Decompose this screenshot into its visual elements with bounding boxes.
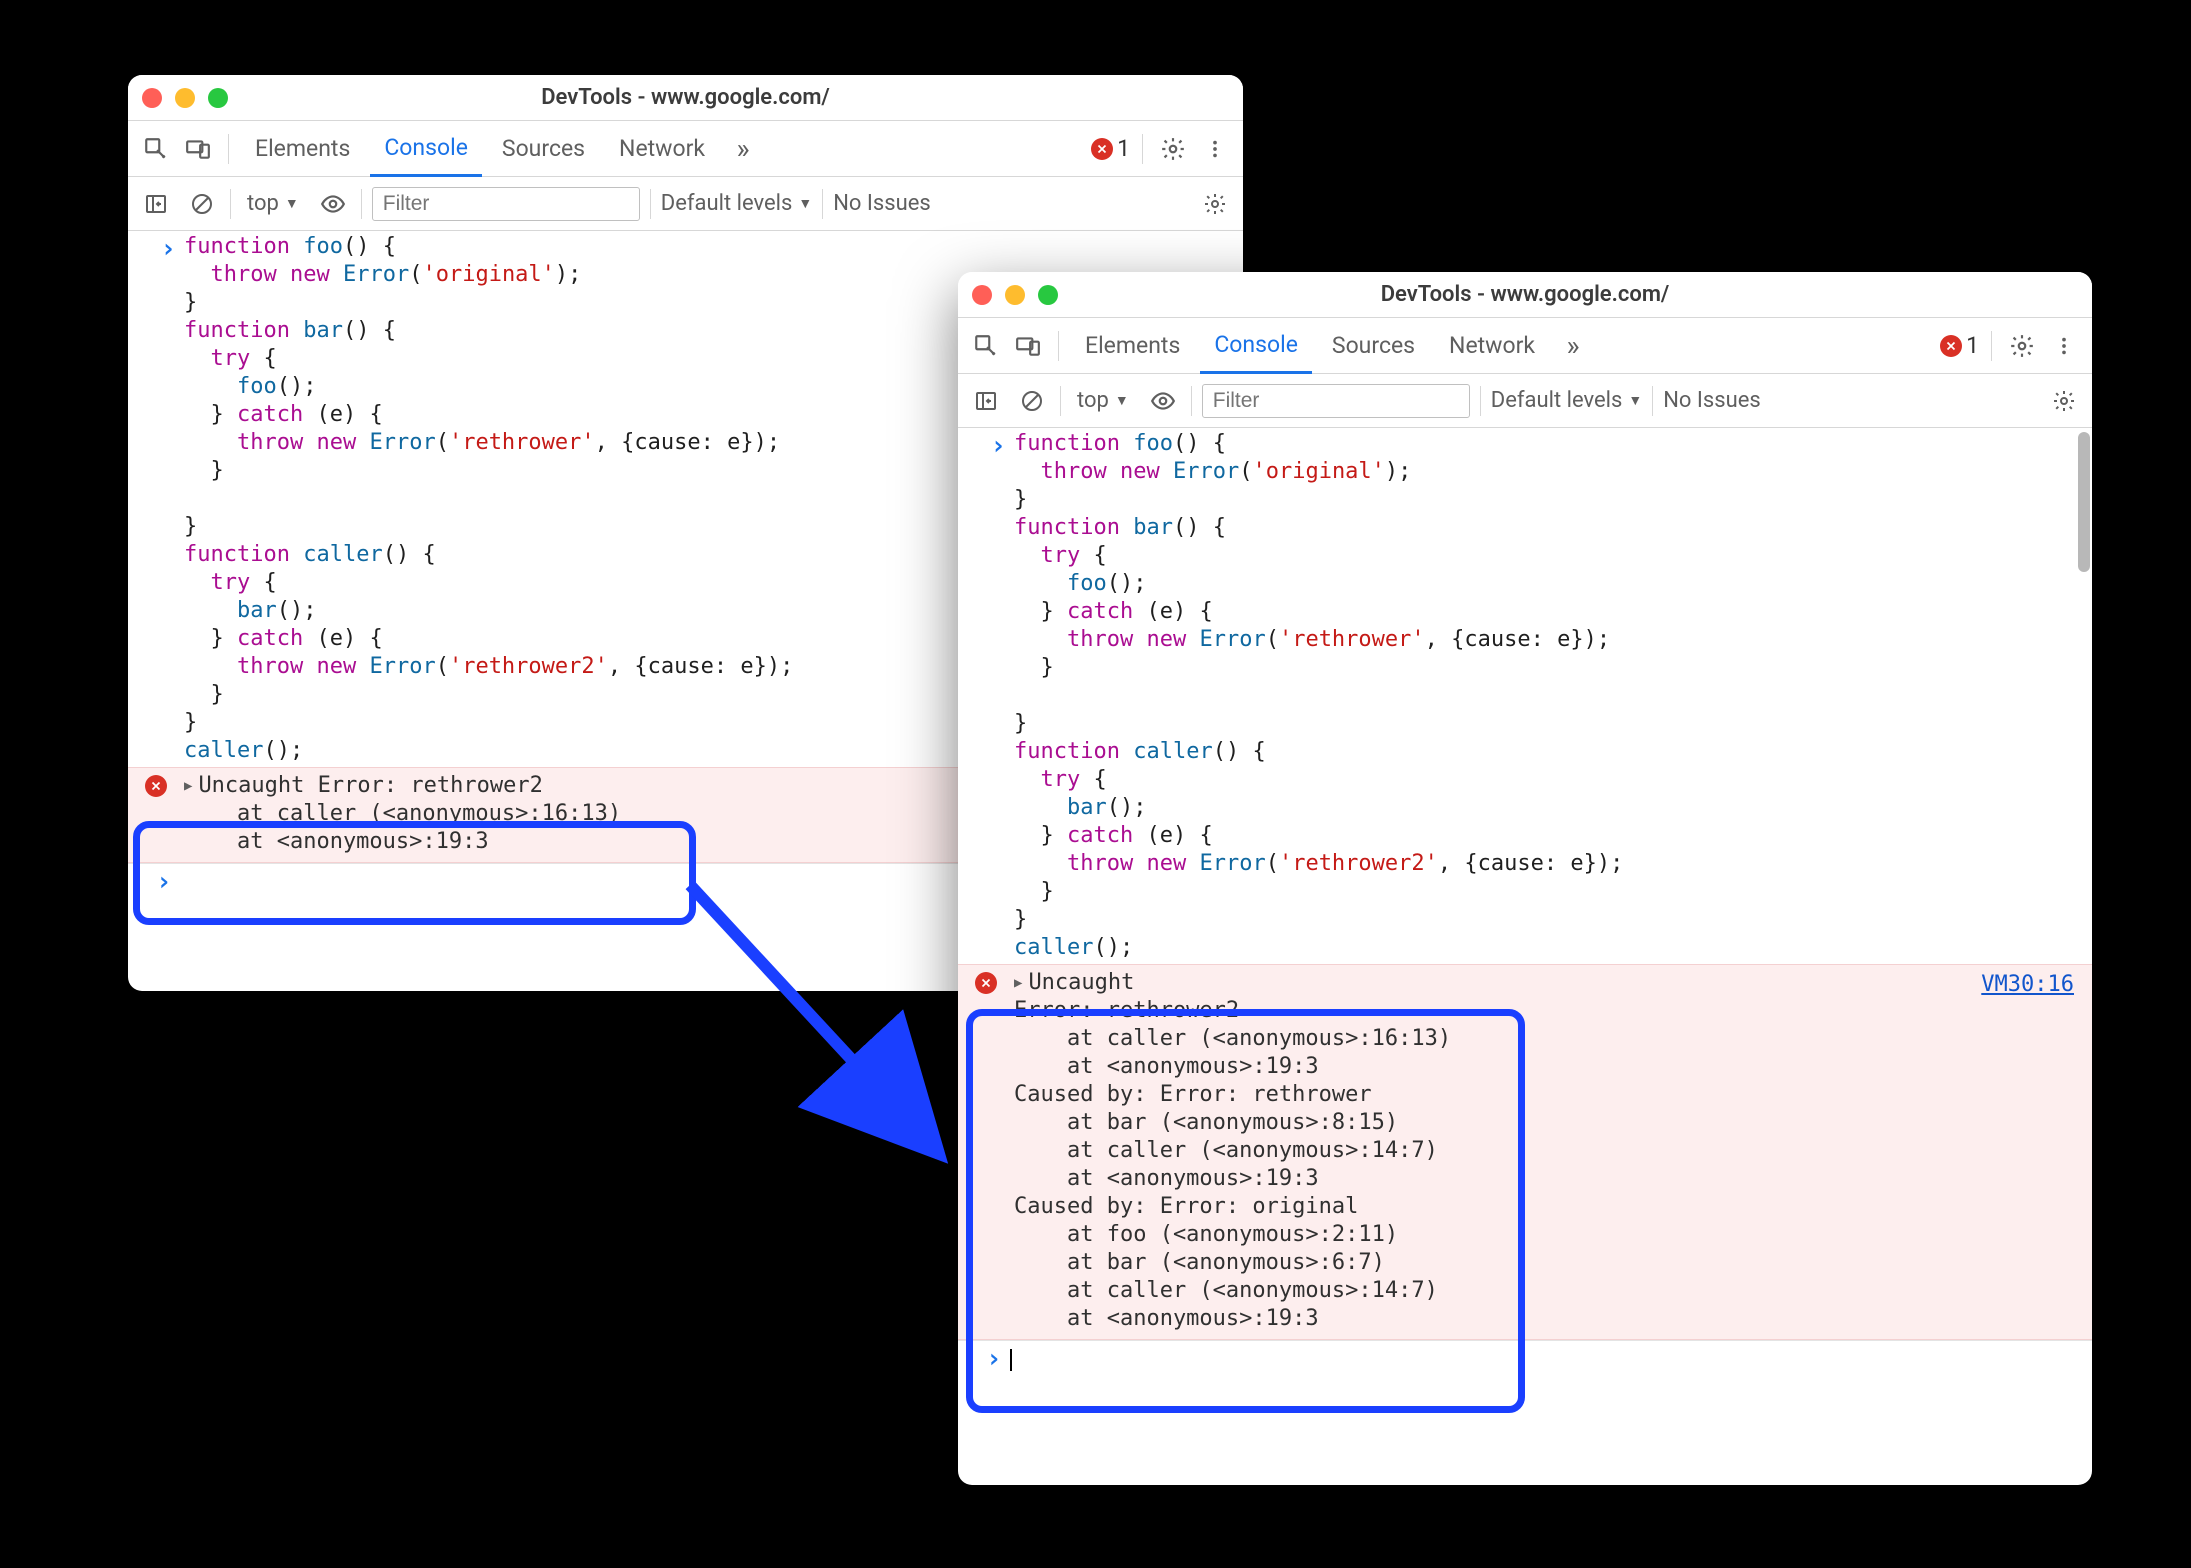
- console-settings-icon[interactable]: [2046, 383, 2082, 419]
- issues-label[interactable]: No Issues: [1663, 388, 1761, 413]
- kebab-icon[interactable]: [1197, 131, 1233, 167]
- panel-tabs: Elements Console Sources Network » 1: [128, 121, 1243, 177]
- scrollbar-thumb[interactable]: [2078, 432, 2090, 572]
- error-count: 1: [1117, 135, 1130, 162]
- tab-sources[interactable]: Sources: [488, 121, 599, 176]
- context-label: top: [247, 191, 279, 216]
- tab-network[interactable]: Network: [1435, 318, 1549, 373]
- inspect-icon[interactable]: [968, 328, 1004, 364]
- close-icon[interactable]: [972, 285, 992, 305]
- tab-elements[interactable]: Elements: [241, 121, 364, 176]
- error-stack: Uncaught Error: rethrower2 at caller (<a…: [1014, 965, 2092, 1339]
- error-count: 1: [1966, 332, 1979, 359]
- error-icon: [145, 775, 167, 797]
- window-titlebar: DevTools - www.google.com/: [958, 272, 2092, 318]
- console-output: function foo() { throw new Error('origin…: [958, 428, 2092, 1485]
- console-error[interactable]: VM30:16 Uncaught Error: rethrower2 at ca…: [958, 964, 2092, 1340]
- settings-icon[interactable]: [2004, 328, 2040, 364]
- more-tabs-icon[interactable]: »: [1555, 328, 1591, 364]
- tab-console[interactable]: Console: [370, 122, 482, 177]
- clear-console-icon[interactable]: [1014, 383, 1050, 419]
- source-link[interactable]: VM30:16: [1981, 971, 2074, 999]
- arrow-annotation: [600, 855, 1020, 1255]
- minimize-icon[interactable]: [1005, 285, 1025, 305]
- log-levels-selector[interactable]: Default levels ▼: [661, 191, 812, 216]
- window-title: DevTools - www.google.com/: [128, 85, 1243, 110]
- window-titlebar: DevTools - www.google.com/: [128, 75, 1243, 121]
- settings-icon[interactable]: [1155, 131, 1191, 167]
- live-expression-icon[interactable]: [315, 186, 351, 222]
- console-settings-icon[interactable]: [1197, 186, 1233, 222]
- sidebar-toggle-icon[interactable]: [138, 186, 174, 222]
- panel-tabs: Elements Console Sources Network » 1: [958, 318, 2092, 374]
- devtools-window-after: DevTools - www.google.com/ Elements Cons…: [958, 272, 2092, 1485]
- device-toggle-icon[interactable]: [1010, 328, 1046, 364]
- close-icon[interactable]: [142, 88, 162, 108]
- code-input: function foo() { throw new Error('origin…: [1014, 430, 2084, 962]
- console-prompt[interactable]: [958, 1340, 2092, 1379]
- kebab-icon[interactable]: [2046, 328, 2082, 364]
- context-label: top: [1077, 388, 1109, 413]
- window-title: DevTools - www.google.com/: [958, 282, 2092, 307]
- inspect-icon[interactable]: [138, 131, 174, 167]
- zoom-icon[interactable]: [208, 88, 228, 108]
- filter-input[interactable]: [1202, 384, 1470, 418]
- console-filter-bar: top ▼ Default levels ▼ No Issues: [958, 374, 2092, 428]
- tab-network[interactable]: Network: [605, 121, 719, 176]
- tab-elements[interactable]: Elements: [1071, 318, 1194, 373]
- issues-label[interactable]: No Issues: [833, 191, 931, 216]
- text-cursor: [1010, 1349, 1012, 1371]
- minimize-icon[interactable]: [175, 88, 195, 108]
- levels-label: Default levels: [1491, 388, 1623, 413]
- error-icon: [1091, 138, 1113, 160]
- error-count-badge[interactable]: 1: [1940, 332, 1979, 359]
- prompt-chevron-icon: [128, 233, 184, 765]
- console-filter-bar: top ▼ Default levels ▼ No Issues: [128, 177, 1243, 231]
- context-selector[interactable]: top ▼: [241, 191, 305, 216]
- sidebar-toggle-icon[interactable]: [968, 383, 1004, 419]
- tab-sources[interactable]: Sources: [1318, 318, 1429, 373]
- clear-console-icon[interactable]: [184, 186, 220, 222]
- more-tabs-icon[interactable]: »: [725, 131, 761, 167]
- context-selector[interactable]: top ▼: [1071, 388, 1135, 413]
- zoom-icon[interactable]: [1038, 285, 1058, 305]
- error-icon: [1940, 335, 1962, 357]
- filter-input[interactable]: [372, 187, 640, 221]
- levels-label: Default levels: [661, 191, 793, 216]
- error-count-badge[interactable]: 1: [1091, 135, 1130, 162]
- live-expression-icon[interactable]: [1145, 383, 1181, 419]
- tab-console[interactable]: Console: [1200, 319, 1312, 374]
- device-toggle-icon[interactable]: [180, 131, 216, 167]
- log-levels-selector[interactable]: Default levels ▼: [1491, 388, 1642, 413]
